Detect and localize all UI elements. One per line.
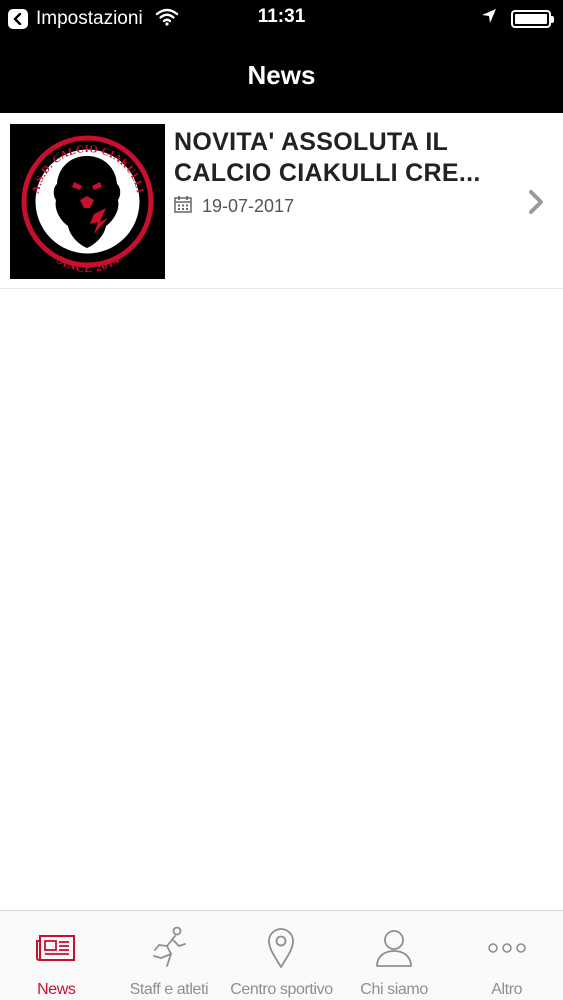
tab-label: Staff e atleti: [129, 981, 209, 998]
news-list-item[interactable]: A.S.D. CALCIO CIAKULLI SINCE 2014 NOVITA…: [0, 113, 563, 289]
location-arrow-icon: [481, 8, 497, 29]
navigation-bar: News: [0, 38, 563, 113]
status-bar: Impostazioni 11:31: [0, 0, 563, 38]
tab-altro[interactable]: Altro: [450, 911, 563, 1000]
tab-label: Chi siamo: [360, 981, 428, 998]
tab-label: Centro sportivo: [230, 981, 333, 998]
status-time: 11:31: [257, 6, 306, 27]
tab-centro-sportivo[interactable]: Centro sportivo: [225, 911, 338, 1000]
runner-icon: [149, 926, 189, 969]
news-date: 19-07-2017: [202, 196, 295, 216]
tab-bar: News Staff e atleti Centro sportivo Chi …: [0, 910, 563, 1000]
tab-staff-e-atleti[interactable]: Staff e atleti: [113, 911, 226, 1000]
tab-news[interactable]: News: [0, 911, 113, 1000]
tab-label: Altro: [491, 981, 523, 998]
news-date-row: 19-07-2017: [174, 195, 524, 218]
news-list: A.S.D. CALCIO CIAKULLI SINCE 2014 NOVITA…: [0, 113, 563, 289]
news-text: NOVITA' ASSOLUTA IL CALCIO CIAKULLI CRE.…: [174, 127, 524, 218]
news-thumbnail: A.S.D. CALCIO CIAKULLI SINCE 2014: [10, 124, 165, 279]
person-icon: [374, 927, 414, 969]
battery-icon: [511, 9, 554, 28]
battery-level: [515, 13, 547, 24]
newspaper-icon: [36, 927, 76, 969]
club-logo-icon: A.S.D. CALCIO CIAKULLI SINCE 2014: [10, 124, 165, 279]
chevron-right-icon: [527, 189, 545, 220]
page-title: News: [247, 60, 316, 90]
calendar-icon: [174, 195, 192, 218]
news-title: NOVITA' ASSOLUTA IL CALCIO CIAKULLI CRE.…: [174, 128, 481, 187]
tab-chi-siamo[interactable]: Chi siamo: [338, 911, 451, 1000]
location-pin-icon: [266, 927, 296, 969]
more-dots-icon: [487, 927, 527, 969]
tab-label: News: [37, 981, 76, 998]
